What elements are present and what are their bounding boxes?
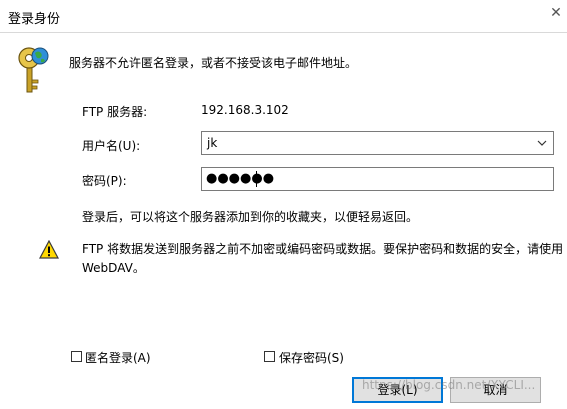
save-password-label[interactable]: 保存密码(S) <box>279 349 344 366</box>
cancel-button[interactable]: 取消 <box>450 377 541 403</box>
login-required-message: 服务器不允许匿名登录，或者不接受该电子邮件地址。 <box>69 56 358 70</box>
warning-line-2: WebDAV。 <box>82 261 145 275</box>
close-icon: ✕ <box>550 5 562 21</box>
ftp-server-label: FTP 服务器: <box>82 105 148 119</box>
save-password-checkbox[interactable] <box>264 351 275 362</box>
anonymous-login-label[interactable]: 匿名登录(A) <box>85 349 151 366</box>
username-value: jk <box>207 136 218 150</box>
chevron-down-icon[interactable] <box>536 137 548 149</box>
warning-icon <box>39 239 59 260</box>
text-caret <box>256 171 257 187</box>
username-combobox[interactable]: jk <box>201 131 554 155</box>
warning-line-1: FTP 将数据发送到服务器之前不加密或编码密码或数据。要保护密码和数据的安全，请… <box>82 242 564 256</box>
anonymous-login-checkbox[interactable] <box>71 351 82 362</box>
username-label: 用户名(U): <box>82 139 141 153</box>
security-warning-text: FTP 将数据发送到服务器之前不加密或编码密码或数据。要保护密码和数据的安全，请… <box>82 240 564 278</box>
password-label: 密码(P): <box>82 174 127 188</box>
login-button[interactable]: 登录(L) <box>352 377 443 403</box>
window-title: 登录身份 <box>8 12 61 27</box>
favorites-note: 登录后，可以将这个服务器添加到你的收藏夹，以便轻易返回。 <box>82 210 419 224</box>
password-masked-value: ●●●●●● <box>206 171 275 186</box>
title-bar: 登录身份 ✕ <box>0 0 567 33</box>
password-field[interactable]: ●●●●●● <box>201 167 554 191</box>
keys-globe-icon <box>16 44 50 96</box>
close-button[interactable]: ✕ <box>547 4 565 22</box>
ftp-server-value: 192.168.3.102 <box>201 103 289 117</box>
